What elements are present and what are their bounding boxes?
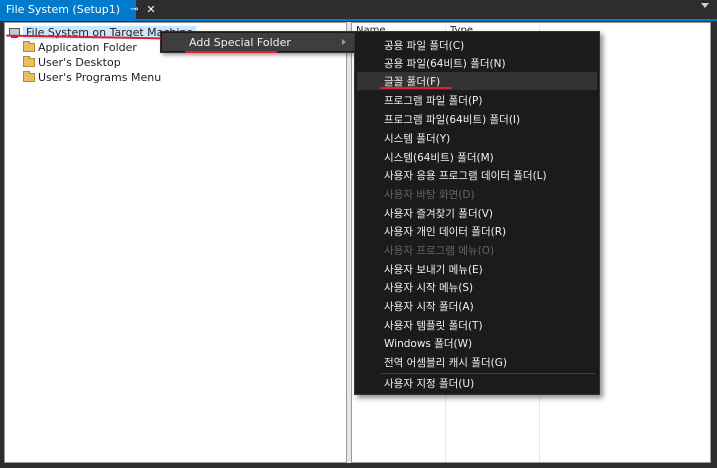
submenu-item-app-data-folder[interactable]: 사용자 응용 프로그램 데이터 폴더(L) [357,166,597,184]
tab-file-system-setup1[interactable]: File System (Setup1) ⊸ ✕ [0,0,156,19]
context-menu: Add Special Folder [160,31,356,53]
submenu-item-program-files[interactable]: 프로그램 파일 폴더(P) [357,91,597,109]
submenu-item-start-menu[interactable]: 사용자 시작 메뉴(S) [357,278,597,296]
tree-item-label: Application Folder [38,41,137,54]
tab-overflow-chevron-icon[interactable] [701,3,709,8]
submenu-item-system-64-folder[interactable]: 시스템(64비트) 폴더(M) [357,148,597,166]
close-icon[interactable]: ✕ [146,3,155,16]
folder-icon [23,56,35,67]
tree-item-users-programs-menu[interactable]: User's Programs Menu [23,70,161,85]
submenu-item-user-desktop: 사용자 바탕 화면(D) [384,188,475,201]
folder-icon [23,41,35,52]
submenu-item-system-folder[interactable]: 시스템 폴더(Y) [357,129,597,147]
submenu-item-custom-folder[interactable]: 사용자 지정 폴더(U) [357,374,597,392]
submenu-item-programs-menu: 사용자 프로그램 메뉴(O) [384,244,495,257]
annotation-underline-add-special-folder [185,51,277,53]
file-system-tree-pane[interactable]: File System on Target Machine Applicatio… [4,22,347,463]
submenu-item-startup-folder[interactable]: 사용자 시작 폴더(A) [357,297,597,315]
special-folder-submenu: 공용 파일 폴더(C) 공용 파일(64비트) 폴더(N) 글꼴 폴더(F) 프… [354,31,600,395]
submenu-item-common-files-64[interactable]: 공용 파일(64비트) 폴더(N) [357,54,597,72]
menu-item-add-special-folder[interactable]: Add Special Folder [162,33,354,51]
tree-item-application-folder[interactable]: Application Folder [23,40,137,55]
tree-item-label: User's Desktop [38,56,121,69]
tree-item-label: User's Programs Menu [38,71,162,84]
submenu-item-templates-folder[interactable]: 사용자 템플릿 폴더(T) [357,316,597,334]
pin-icon[interactable]: ⊸ [130,4,138,15]
submenu-item-common-files[interactable]: 공용 파일 폴더(C) [357,36,597,54]
submenu-item-windows-folder[interactable]: Windows 폴더(W) [357,334,597,352]
tree-item-users-desktop[interactable]: User's Desktop [23,55,121,70]
folder-icon [23,71,35,82]
submenu-item-personal-data[interactable]: 사용자 개인 데이터 폴더(R) [357,222,597,240]
document-tab-strip: File System (Setup1) ⊸ ✕ [0,0,717,21]
annotation-underline-fonts-folder [380,87,452,89]
tab-title: File System (Setup1) [6,3,121,16]
submenu-arrow-icon [342,39,346,45]
submenu-item-gac-folder[interactable]: 전역 어셈블리 캐시 폴더(G) [357,353,597,371]
tab-underline [0,19,717,21]
submenu-item-program-files-64[interactable]: 프로그램 파일(64비트) 폴더(I) [357,110,597,128]
submenu-item-favorites-folder[interactable]: 사용자 즐겨찾기 폴더(V) [357,204,597,222]
menu-item-label: Add Special Folder [189,35,291,49]
submenu-item-send-to-menu[interactable]: 사용자 보내기 메뉴(E) [357,260,597,278]
